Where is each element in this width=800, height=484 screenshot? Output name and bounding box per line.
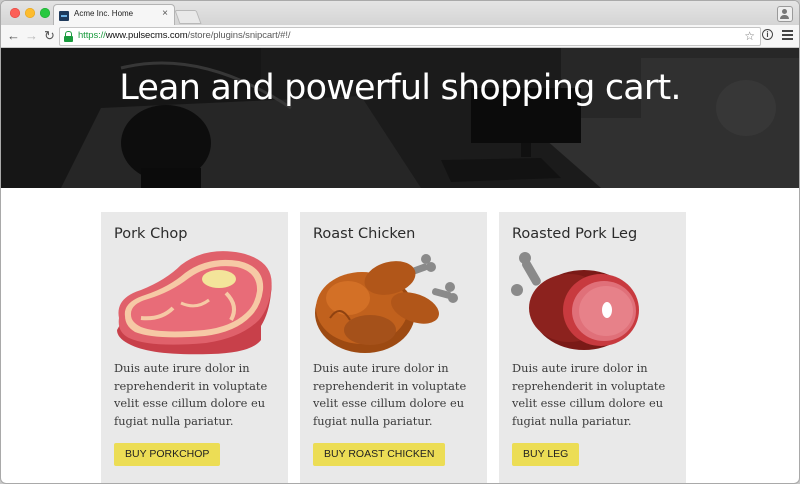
buy-roast-chicken-button[interactable]: BUY ROAST CHICKEN	[313, 443, 446, 466]
favicon-icon	[59, 11, 69, 21]
url-text[interactable]: https://www.pulsecms.com/store/plugins/s…	[78, 30, 291, 41]
product-card: Roast Chicken Duis aute irure dolor in r…	[300, 212, 487, 483]
product-description: Duis aute irure dolor in reprehenderit i…	[512, 361, 666, 428]
product-title: Roasted Pork Leg	[512, 226, 638, 242]
tab-strip: Acme Inc. Home ×	[1, 1, 799, 26]
browser-window: Acme Inc. Home × ← → ↻ https://www.pulse…	[1, 1, 799, 483]
browser-toolbar: ← → ↻ https://www.pulsecms.com/store/plu…	[1, 25, 799, 48]
profile-icon[interactable]	[777, 6, 793, 22]
pork-chop-icon	[117, 251, 272, 355]
tab-title: Acme Inc. Home	[74, 9, 134, 18]
maximize-window-button[interactable]	[40, 8, 50, 18]
back-icon[interactable]: ←	[7, 28, 20, 44]
pork-leg-icon	[511, 252, 639, 350]
forward-icon[interactable]: →	[25, 28, 38, 44]
info-icon[interactable]: i	[762, 29, 773, 40]
close-window-button[interactable]	[10, 8, 20, 18]
minimize-window-button[interactable]	[25, 8, 35, 18]
roast-chicken-icon	[315, 254, 458, 353]
tab-close-button[interactable]: ×	[162, 8, 168, 20]
hero-title: Lean and powerful shopping cart.	[119, 68, 681, 108]
reload-icon[interactable]: ↻	[44, 28, 55, 44]
product-title: Roast Chicken	[313, 226, 416, 242]
new-tab-button[interactable]	[174, 10, 202, 24]
hero-banner: Lean and powerful shopping cart.	[1, 48, 799, 188]
product-card: Pork Chop Duis aute irure dolor in repre…	[101, 212, 288, 483]
product-description: Duis aute irure dolor in reprehenderit i…	[313, 361, 467, 428]
buy-porkchop-button[interactable]: BUY PORKCHOP	[114, 443, 221, 466]
bookmark-star-icon[interactable]: ☆	[744, 28, 755, 44]
menu-icon[interactable]	[782, 30, 793, 40]
browser-tab[interactable]: Acme Inc. Home ×	[53, 4, 175, 26]
product-card: Roasted Pork Leg Duis aute irure dolor i…	[499, 212, 686, 483]
buy-leg-button[interactable]: BUY LEG	[512, 443, 580, 466]
product-title: Pork Chop	[114, 226, 188, 242]
address-bar[interactable]: https://www.pulsecms.com/store/plugins/s…	[59, 27, 761, 46]
lock-icon	[64, 31, 73, 42]
product-description: Duis aute irure dolor in reprehenderit i…	[114, 361, 268, 428]
